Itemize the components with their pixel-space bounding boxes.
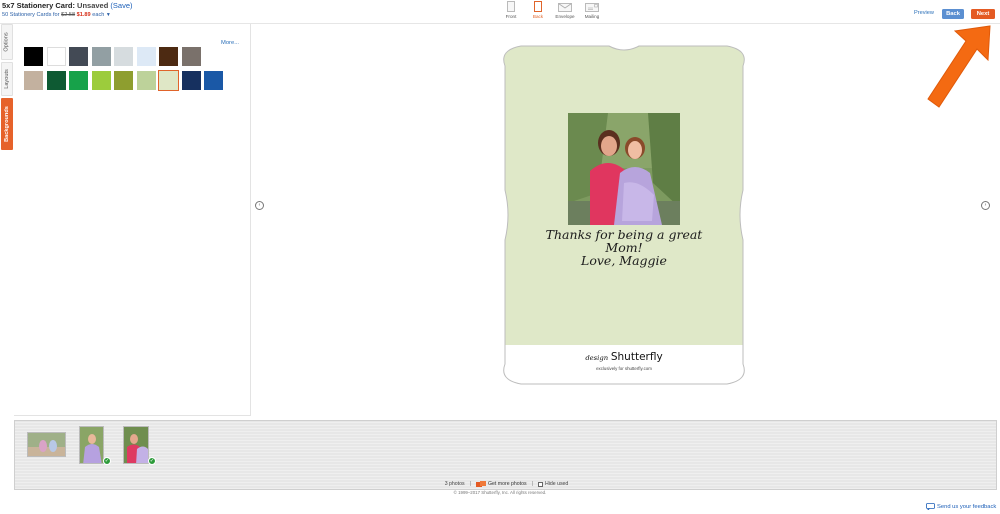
tray-toolbar: 3 photos | Get more photos | Hide used — [15, 479, 998, 489]
chevron-down-icon[interactable]: ▼ — [106, 12, 111, 18]
view-envelope-label: Envelope — [555, 14, 575, 19]
background-swatch[interactable] — [158, 70, 179, 91]
feedback-link[interactable]: Send us your feedback — [926, 503, 996, 510]
background-swatch[interactable] — [24, 47, 43, 66]
side-tabs: Options Layouts Backgrounds — [0, 24, 14, 414]
view-mailing[interactable]: Mailing — [579, 0, 605, 24]
card-photo[interactable] — [568, 113, 680, 225]
background-swatch[interactable] — [91, 71, 111, 90]
photo-count: 3 photos — [444, 481, 465, 487]
tab-layouts[interactable]: Layouts — [1, 62, 13, 96]
get-more-photos-link[interactable]: Get more photos — [475, 480, 527, 488]
view-back[interactable]: Back — [525, 0, 551, 24]
background-swatch[interactable] — [46, 47, 66, 66]
background-swatch[interactable] — [159, 47, 178, 66]
background-swatch[interactable] — [114, 47, 133, 66]
brand-design-text: design — [585, 354, 609, 362]
more-backgrounds-link[interactable]: More... — [221, 40, 239, 46]
copyright-text: © 1999–2017 Shutterfly, Inc. All rights … — [453, 490, 547, 495]
mailing-icon — [585, 1, 599, 12]
old-price: $2.58 — [61, 12, 76, 18]
card-front-icon — [507, 1, 515, 12]
envelope-icon — [558, 1, 572, 12]
background-swatch[interactable] — [204, 71, 223, 90]
photos-icon — [475, 480, 486, 487]
separator: | — [469, 481, 471, 487]
view-envelope[interactable]: Envelope — [552, 0, 578, 24]
card-message-line: Love, Maggie — [581, 253, 667, 268]
background-swatch[interactable] — [69, 71, 88, 90]
hide-used-label: Hide used — [544, 481, 569, 487]
back-button[interactable]: Back — [942, 9, 964, 19]
hide-used-checkbox[interactable] — [537, 481, 543, 487]
background-swatch[interactable] — [181, 47, 201, 66]
separator: | — [531, 481, 533, 487]
each-label: each — [92, 12, 105, 18]
used-check-icon: ✓ — [103, 457, 111, 465]
card-view-selector: Front Back Envelope Mailing — [498, 0, 606, 24]
tab-backgrounds[interactable]: Backgrounds — [1, 98, 13, 150]
tray-photo[interactable] — [79, 426, 104, 464]
tab-backgrounds-label: Backgrounds — [4, 106, 10, 142]
next-button[interactable]: Next — [971, 9, 995, 19]
backgrounds-panel: More... — [14, 24, 251, 416]
save-status: Unsaved — [77, 1, 109, 10]
background-swatch[interactable] — [181, 71, 201, 90]
product-title: 5x7 Stationery Card: Unsaved (Save) — [2, 1, 133, 10]
tray-photo[interactable] — [27, 432, 66, 457]
card-back-icon — [534, 1, 542, 12]
tray-photo[interactable] — [123, 426, 149, 464]
background-swatch[interactable] — [24, 71, 43, 90]
chevron-right-icon[interactable]: › — [981, 201, 990, 210]
chat-icon — [926, 503, 935, 510]
background-swatch[interactable] — [136, 47, 156, 66]
card-preview[interactable]: Thanks for being a great Mom! Love, Magg… — [499, 40, 749, 390]
annotation-arrow-icon — [927, 25, 991, 108]
brand-logo: design Shutterfly — [499, 351, 749, 363]
brand-exclusive-text: exclusively for shutterfly.com — [596, 366, 652, 371]
preview-link[interactable]: Preview — [914, 10, 934, 16]
app-window: 5x7 Stationery Card: Unsaved (Save) 50 S… — [0, 0, 1000, 514]
hide-used-toggle[interactable]: Hide used — [537, 481, 569, 487]
background-swatch[interactable] — [46, 71, 66, 90]
background-swatch[interactable] — [136, 71, 156, 90]
background-swatch[interactable] — [69, 47, 88, 66]
photo-tray: ✓ ✓ 3 photos | Get more photos | Hide us… — [14, 420, 997, 490]
used-check-icon: ✓ — [148, 457, 156, 465]
feedback-label: Send us your feedback — [937, 503, 997, 510]
tab-layouts-label: Layouts — [4, 69, 10, 89]
save-link[interactable]: (Save) — [110, 1, 132, 10]
chevron-left-icon[interactable]: ‹ — [255, 201, 264, 210]
background-swatch[interactable] — [114, 71, 133, 90]
get-more-photos-label: Get more photos — [487, 481, 527, 487]
pricing-line[interactable]: 50 Stationery Cards for $2.58 $1.89 each… — [2, 12, 111, 18]
pricing-prefix: 50 Stationery Cards for — [2, 12, 60, 18]
view-front[interactable]: Front — [498, 0, 524, 24]
view-front-label: Front — [505, 14, 517, 19]
card-message[interactable]: Thanks for being a great Mom! Love, Magg… — [509, 228, 739, 267]
top-bar: 5x7 Stationery Card: Unsaved (Save) 50 S… — [0, 0, 1000, 24]
new-price: $1.89 — [76, 12, 91, 18]
view-back-label: Back — [532, 14, 544, 19]
product-name: 5x7 Stationery Card: — [2, 1, 75, 10]
view-mailing-label: Mailing — [584, 14, 600, 19]
design-canvas: ‹ › Thanks for being a great Mom! Love, … — [251, 24, 996, 416]
brand-name: Shutterfly — [610, 351, 663, 363]
tab-options-label: Options — [4, 32, 10, 52]
background-swatch[interactable] — [91, 47, 111, 66]
tab-options[interactable]: Options — [1, 24, 13, 60]
